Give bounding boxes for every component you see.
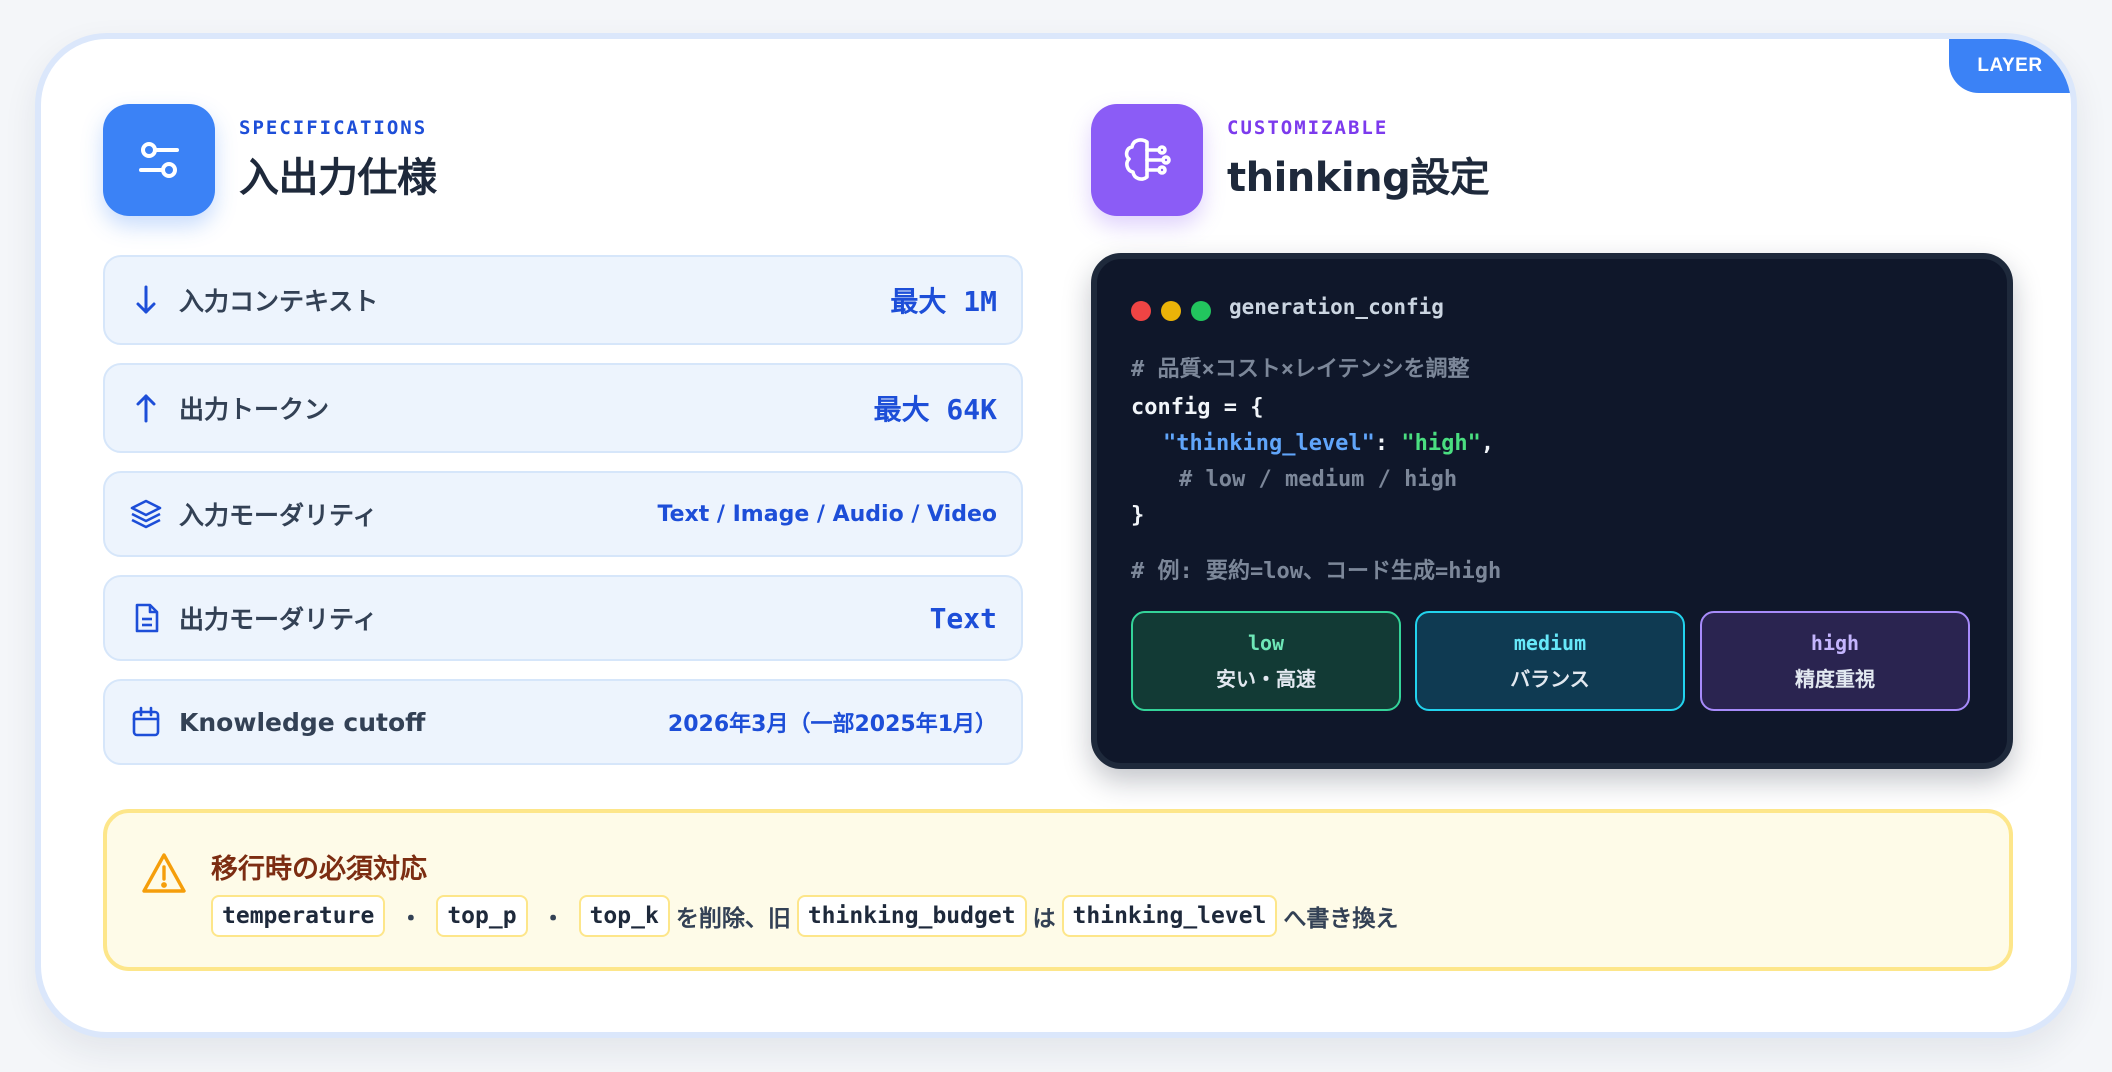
spec-value: Text / Image / Audio / Video [657, 501, 997, 527]
code-comma: , [1480, 431, 1495, 456]
brain-icon [1091, 104, 1203, 216]
code-value: "high" [1401, 431, 1481, 456]
spec-row-output-modality: 出力モーダリティ Text [103, 575, 1023, 661]
spec-row-output-tokens: 出力トークン 最大 64K [103, 363, 1023, 453]
section-eyebrow: CUSTOMIZABLE [1227, 117, 1389, 139]
section-title: 入出力仕様 [239, 155, 437, 201]
code-comment: # 品質×コスト×レイテンシを調整 [1131, 357, 1470, 382]
arrow-up-icon [129, 391, 163, 425]
warning-icon [141, 851, 187, 899]
main-card: LAYER SPECIFICATIONS 入出力仕様 入力コンテキスト 最大 1… [35, 33, 2077, 1038]
spec-label: 出力モーダリティ [179, 605, 378, 634]
warning-text-fragment: へ書き換え [1283, 906, 1399, 932]
minimize-dot-icon [1161, 301, 1181, 321]
level-name: low [1247, 630, 1285, 655]
level-desc: 安い・高速 [1216, 666, 1316, 691]
spec-label: 出力トークン [179, 395, 330, 424]
maximize-dot-icon [1191, 301, 1211, 321]
spec-value: 2026年3月（一部2025年1月） [667, 712, 997, 737]
code-panel: generation_config # 品質×コスト×レイテンシを調整 conf… [1091, 253, 2013, 769]
level-name: high [1810, 630, 1860, 655]
level-card-medium: medium バランス [1415, 611, 1685, 711]
code-comment: # low / medium / high [1179, 467, 1458, 492]
param-chip: thinking_level [1061, 895, 1278, 937]
layers-icon [129, 497, 163, 531]
code-line-open: config = { [1131, 395, 1264, 420]
spec-row-knowledge-cutoff: Knowledge cutoff 2026年3月（一部2025年1月） [103, 679, 1023, 765]
panel-title: generation_config [1229, 295, 1444, 319]
param-chip: temperature [211, 895, 386, 937]
arrow-down-icon [129, 283, 163, 317]
code-key: "thinking_level" [1163, 431, 1375, 456]
spec-value: 最大 1M [890, 285, 997, 318]
thinking-header: CUSTOMIZABLE thinking設定 [1091, 104, 1490, 216]
layer-tag: LAYER [1949, 39, 2071, 93]
spec-row-input-modality: 入力モーダリティ Text / Image / Audio / Video [103, 471, 1023, 557]
spec-label: 入力コンテキスト [179, 287, 379, 316]
code-line-key: "thinking_level": "high", [1163, 431, 1494, 456]
migration-warning: 移行時の必須対応 temperature ・ top_p ・ top_k を削除… [103, 809, 2013, 971]
code-comment: # 例: 要約=low、コード生成=high [1131, 559, 1502, 584]
code-line-close: } [1131, 503, 1145, 528]
spec-label: 入力モーダリティ [179, 501, 378, 530]
sliders-icon [103, 104, 215, 216]
separator: ・ [541, 906, 565, 932]
window-controls [1131, 301, 1211, 321]
separator: ・ [399, 906, 423, 932]
param-chip: top_p [436, 895, 528, 937]
level-name: medium [1513, 630, 1587, 655]
section-eyebrow: SPECIFICATIONS [239, 117, 428, 139]
spec-value: 最大 64K [873, 393, 997, 426]
warning-text-fragment: を削除、旧 [675, 906, 791, 932]
warning-text-fragment: は [1032, 906, 1056, 932]
spec-row-input-context: 入力コンテキスト 最大 1M [103, 255, 1023, 345]
level-card-low: low 安い・高速 [1131, 611, 1401, 711]
code-colon: : [1374, 431, 1402, 456]
calendar-icon [129, 705, 163, 739]
spec-value: Text [929, 601, 997, 635]
warning-title: 移行時の必須対応 [211, 854, 427, 885]
document-icon [129, 601, 163, 635]
warning-text: temperature ・ top_p ・ top_k を削除、旧 thinki… [211, 895, 1404, 937]
spec-label: Knowledge cutoff [179, 707, 426, 737]
level-desc: バランス [1510, 666, 1590, 691]
specifications-header: SPECIFICATIONS 入出力仕様 [103, 104, 437, 216]
section-title: thinking設定 [1227, 155, 1490, 201]
close-dot-icon [1131, 301, 1151, 321]
level-desc: 精度重視 [1795, 666, 1875, 691]
param-chip: thinking_budget [796, 895, 1027, 937]
param-chip: top_k [578, 895, 670, 937]
level-card-high: high 精度重視 [1700, 611, 1970, 711]
